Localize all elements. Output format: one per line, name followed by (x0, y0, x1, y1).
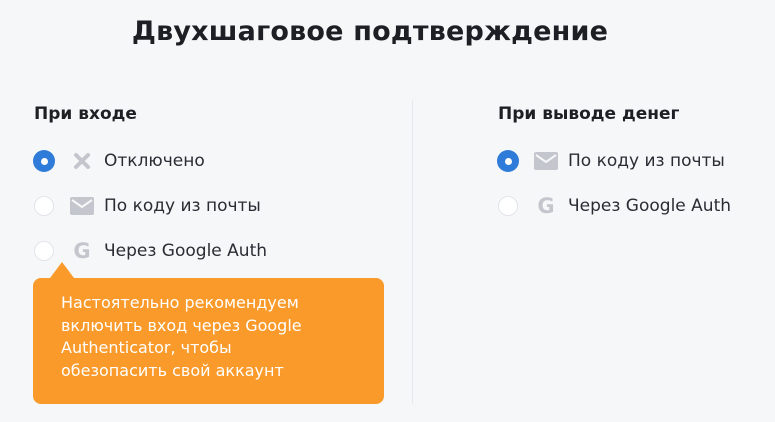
login-option-disabled-label: Отключено (104, 151, 205, 171)
google-icon: G (537, 193, 555, 218)
page-title: Двухшаговое подтверждение (131, 16, 609, 47)
login-option-email-label: По коду из почты (104, 196, 261, 216)
withdraw-option-email[interactable]: По коду из почты (498, 146, 725, 176)
withdraw-option-email-radio[interactable] (498, 151, 518, 171)
login-option-email-radio[interactable] (34, 196, 54, 216)
withdraw-option-google[interactable]: G Через Google Auth (498, 191, 731, 221)
login-option-google-radio[interactable] (34, 241, 54, 261)
column-divider (412, 100, 413, 404)
tooltip-line: обезопасить свой аккаунт (61, 360, 284, 380)
login-option-google-label: Через Google Auth (104, 241, 268, 261)
withdraw-option-google-label: Через Google Auth (568, 196, 732, 216)
tooltip-line: Настоятельно рекомендуем (61, 293, 299, 312)
login-option-disabled[interactable]: Отключено (34, 146, 205, 176)
tooltip-line: Authenticator, чтобы (61, 338, 232, 357)
close-icon (70, 149, 94, 173)
withdraw-option-google-radio[interactable] (498, 196, 518, 216)
login-section-title: При входе (34, 104, 137, 124)
login-option-email[interactable]: По коду из почты (34, 191, 261, 221)
withdraw-section-title: При выводе денег (498, 104, 680, 124)
google-icon: G (73, 238, 91, 263)
mail-icon (534, 149, 558, 173)
tooltip-arrow (50, 262, 74, 278)
mail-icon (70, 194, 94, 218)
login-option-disabled-radio[interactable] (34, 151, 54, 171)
withdraw-option-email-label: По коду из почты (568, 151, 725, 171)
recommendation-tooltip: Настоятельно рекомендуем включить вход ч… (33, 278, 384, 404)
tooltip-line: включить вход через Google (61, 315, 302, 335)
